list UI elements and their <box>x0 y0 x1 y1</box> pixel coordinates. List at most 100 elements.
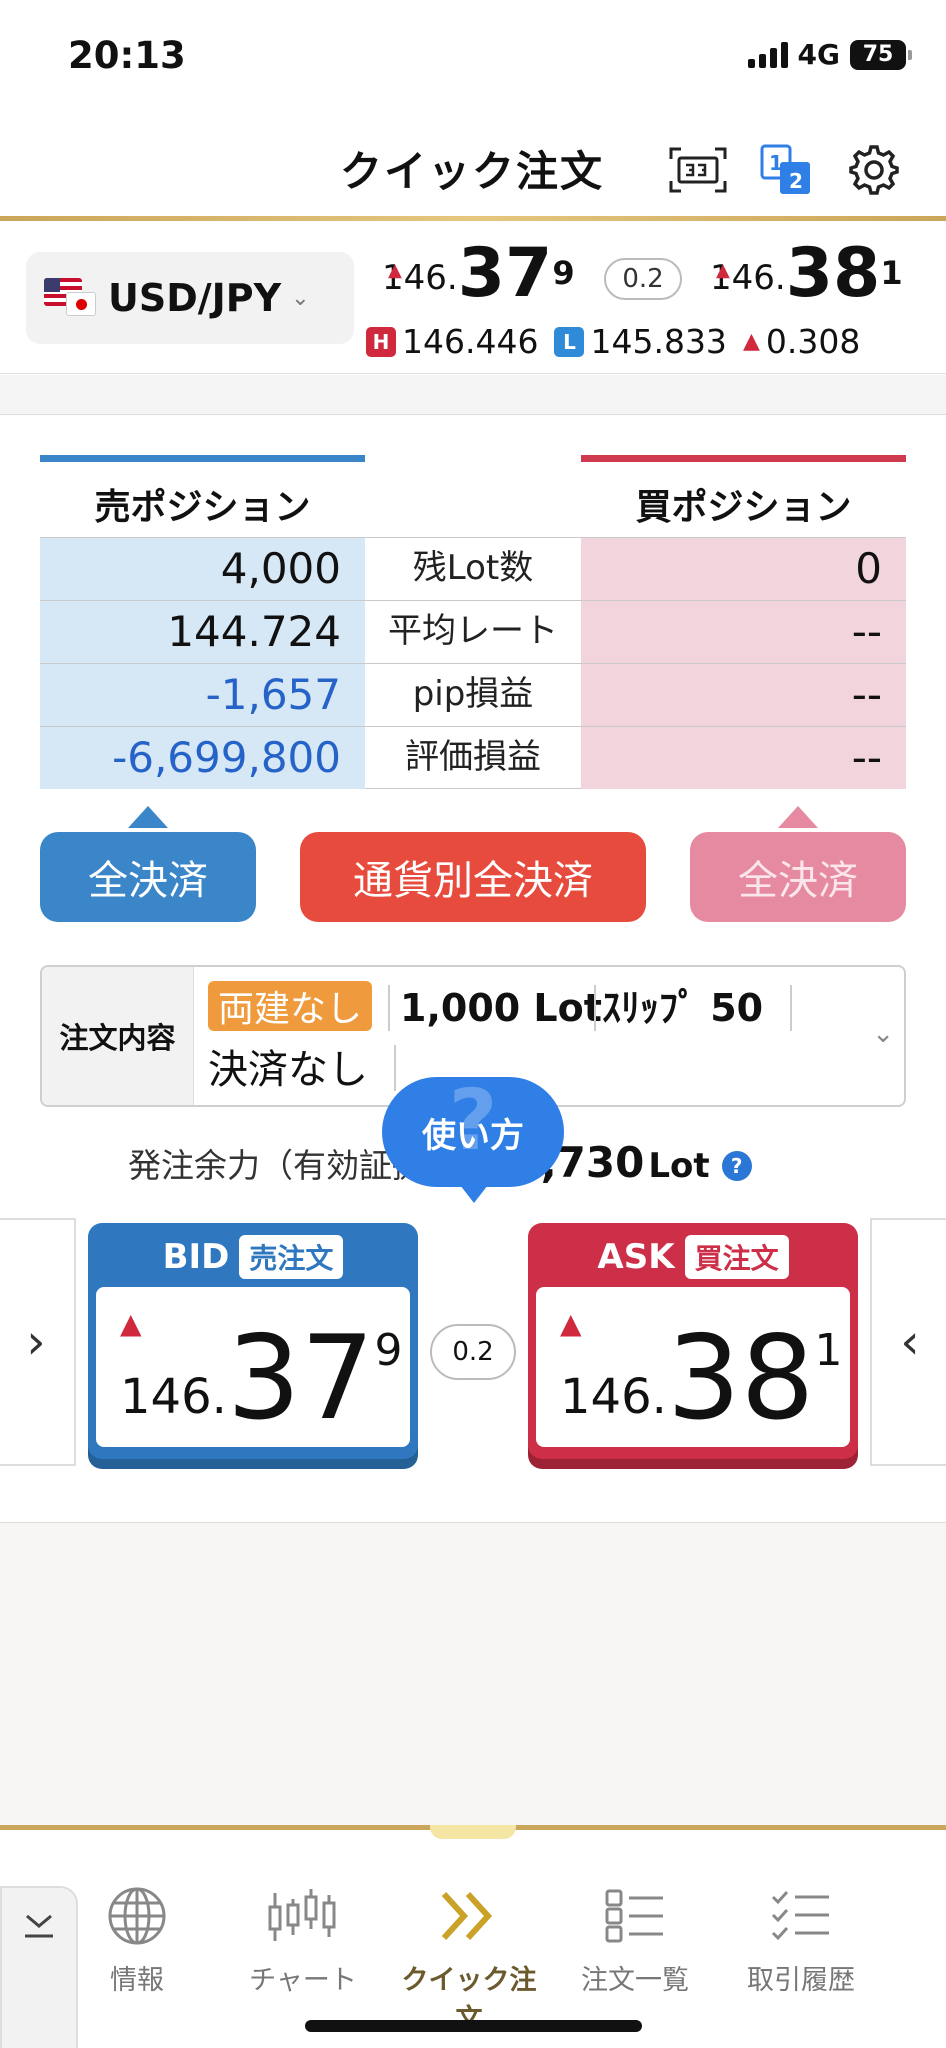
low-badge: L <box>554 326 585 357</box>
ask-card-prefix: 146. <box>560 1369 667 1425</box>
sell-valuation-pnl: -6,699,800 <box>40 727 365 789</box>
close-all-buy-button[interactable]: 全決済 <box>690 832 906 922</box>
ask-card-price: 146. 38 1 <box>560 1321 842 1437</box>
battery-icon: 75 <box>850 39 912 70</box>
bid-rate-pip: 9 <box>552 254 575 292</box>
how-to-use-button[interactable]: ? 使い方 <box>382 1071 564 1203</box>
chevron-left-icon[interactable]: ‹ <box>870 1218 946 1466</box>
chevron-down-icon: ⌄ <box>291 285 310 311</box>
currency-pair-name: USD/JPY <box>108 276 282 320</box>
app-header: クイック注文 1 2 <box>0 110 946 220</box>
ask-card-pip: 1 <box>814 1325 843 1376</box>
change-text: 0.308 <box>765 322 861 361</box>
how-to-use-label: 使い方 <box>422 1115 524 1156</box>
order-capacity-unit: Lot <box>648 1146 710 1186</box>
gear-icon[interactable] <box>844 140 904 200</box>
settle-setting: 決済なし <box>208 1047 368 1093</box>
globe-icon <box>62 1880 212 1952</box>
buy-valuation-pnl: -- <box>581 727 906 789</box>
row-label: 平均レート <box>388 611 558 651</box>
card-spread-badge: 0.2 <box>430 1324 516 1380</box>
header-divider <box>0 216 946 221</box>
low-text: 145.833 <box>590 322 727 361</box>
network-type: 4G <box>797 38 840 71</box>
table-row: -6,699,800 評価損益 -- <box>40 726 906 789</box>
ask-rate-main: 38 <box>785 234 881 313</box>
ask-card-title: ASK 買注文 <box>528 1235 858 1279</box>
divider <box>790 985 792 1031</box>
ask-buy-order-button[interactable]: ASK 買注文 ▲ 146. 38 1 <box>528 1223 858 1459</box>
sell-position-header: 売ポジション <box>40 455 365 537</box>
us-jp-flag-icon <box>44 278 98 318</box>
split-label-2: 2 <box>789 169 803 193</box>
lot-setting: 1,000 Lot <box>400 986 602 1030</box>
candlestick-icon <box>228 1880 378 1952</box>
buy-pointer-icon <box>778 806 818 828</box>
currency-pair-selector[interactable]: USD/JPY ⌄ <box>26 252 354 344</box>
high-text: 146.446 <box>402 322 539 361</box>
sell-pointer-icon <box>128 806 168 828</box>
sell-lot-count: 4,000 <box>40 538 365 600</box>
tab-order-list[interactable]: 注文一覧 <box>560 1880 710 1997</box>
help-icon[interactable]: ? <box>721 1151 752 1181</box>
row-label: pip損益 <box>412 674 534 714</box>
split-view-icon[interactable]: 1 2 <box>756 140 816 200</box>
bid-rate-main: 37 <box>457 234 553 313</box>
ask-card-price-area: ▲ 146. 38 1 <box>536 1287 850 1447</box>
position-table-header: 売ポジション 買ポジション <box>40 455 906 537</box>
slippage-setting: ｽﾘｯﾌﾟ 50 <box>602 986 764 1030</box>
status-time: 20:13 <box>68 34 186 77</box>
page-title: クイック注文 <box>340 147 605 196</box>
up-triangle-icon: ▲ <box>388 260 402 281</box>
divider <box>388 985 390 1031</box>
position-table: 売ポジション 買ポジション 4,000 残Lot数 0 144.724 平均レー… <box>40 455 906 789</box>
row-label: 残Lot数 <box>412 548 534 588</box>
hedge-setting: 両建なし <box>208 981 373 1031</box>
buy-position-header: 買ポジション <box>581 455 906 537</box>
buy-average-rate: -- <box>581 601 906 663</box>
bid-sell-order-button[interactable]: BID 売注文 ▲ 146. 37 9 <box>88 1223 418 1459</box>
row-label: 評価損益 <box>405 737 541 777</box>
battery-level: 75 <box>862 42 894 67</box>
close-all-sell-button[interactable]: 全決済 <box>40 832 256 922</box>
bottom-navigation: 情報 チャート クイック注文 注文一覧 取引履歴 <box>0 1825 946 2048</box>
tab-label: 取引履歴 <box>747 1965 855 1996</box>
table-row: -1,657 pip損益 -- <box>40 663 906 726</box>
checklist-icon <box>726 1880 876 1952</box>
bid-card-price-area: ▲ 146. 37 9 <box>96 1287 410 1447</box>
split-label-1: 1 <box>769 151 783 175</box>
home-indicator <box>305 2020 642 2032</box>
ask-rate: ▲ 146. 38 1 <box>710 240 903 308</box>
status-right: 4G 75 <box>747 38 912 71</box>
bid-rate: ▲ 146. 37 9 <box>382 240 575 308</box>
divider <box>594 985 596 1031</box>
spread-badge: 0.2 <box>604 258 682 300</box>
bid-card-price: 146. 37 9 <box>120 1321 402 1437</box>
tab-quick-order[interactable]: クイック注文 <box>394 1880 544 2036</box>
tab-info[interactable]: 情報 <box>62 1880 212 1997</box>
signal-icon <box>747 41 788 68</box>
list-icon <box>560 1880 710 1952</box>
tab-trade-history[interactable]: 取引履歴 <box>726 1880 876 1997</box>
ask-card-main: 38 <box>666 1311 815 1446</box>
table-row: 144.724 平均レート -- <box>40 600 906 663</box>
buy-pip-pnl: -- <box>581 664 906 726</box>
rate-bar: USD/JPY ⌄ ▲ 146. 37 9 0.2 ▲ 146. 38 1 H … <box>0 222 946 374</box>
screen-mode-icon[interactable] <box>668 140 728 200</box>
bid-card-pip: 9 <box>374 1325 403 1376</box>
tab-indicator <box>430 1825 516 1839</box>
chevron-down-icon[interactable]: ⌄ <box>872 1019 894 1049</box>
status-bar: 20:13 4G 75 <box>0 0 946 110</box>
ask-label: ASK <box>597 1237 675 1277</box>
sell-order-tag: 売注文 <box>239 1235 344 1279</box>
high-value: H 146.446 <box>366 322 538 361</box>
tab-label: 注文一覧 <box>581 1965 689 1996</box>
sell-average-rate: 144.724 <box>40 601 365 663</box>
high-low-row: H 146.446 L 145.833 ▲ 0.308 <box>366 322 876 361</box>
tab-chart[interactable]: チャート <box>228 1880 378 1997</box>
order-settings-label: 注文内容 <box>42 967 194 1105</box>
tab-label: チャート <box>249 1965 357 1996</box>
close-all-by-currency-button[interactable]: 通貨別全決済 <box>300 832 646 922</box>
chevron-right-icon[interactable]: › <box>0 1218 76 1466</box>
up-triangle-icon: ▲ <box>742 329 760 354</box>
